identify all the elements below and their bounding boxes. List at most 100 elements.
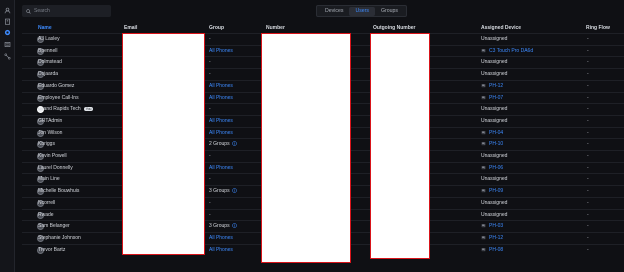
current-user-badge: You: [83, 106, 94, 111]
ring-flow-cell: -: [587, 223, 589, 230]
assigned-device-value: Unassigned: [481, 117, 508, 124]
user-name-cell[interactable]: Kbriggs: [38, 139, 55, 150]
group-value: -: [209, 211, 211, 218]
user-name-cell[interactable]: Grand Rapids Tech You: [38, 104, 94, 115]
ring-flow-cell: -: [587, 59, 589, 66]
user-name-cell[interactable]: Dsjaarda: [38, 69, 58, 80]
group-cell[interactable]: All Phones: [209, 46, 233, 57]
user-name-cell[interactable]: Bpennell: [38, 46, 57, 57]
desk-phone-icon: [481, 142, 486, 146]
user-name-cell[interactable]: Kevin Powell: [38, 151, 67, 162]
assigned-device-value: PH-09: [489, 188, 504, 195]
assigned-device-cell[interactable]: PH-09: [481, 186, 503, 197]
group-cell: -: [209, 34, 211, 45]
assigned-device-cell[interactable]: PH-06: [481, 163, 503, 174]
user-name-cell[interactable]: Rwade: [38, 210, 54, 221]
user-name-cell[interactable]: Eduardo Gomez: [38, 81, 74, 92]
assigned-device-cell[interactable]: PH-08: [481, 245, 503, 256]
assigned-device-value: PH-08: [489, 246, 504, 253]
assigned-device-cell[interactable]: PH-12: [481, 81, 503, 92]
user-name: Main Line: [38, 176, 60, 183]
column-header-name[interactable]: Name: [38, 25, 52, 31]
group-cell: -: [209, 198, 211, 209]
tab-users[interactable]: Users: [349, 6, 375, 16]
view-tabs: Devices Users Groups: [316, 5, 408, 17]
group-cell[interactable]: All Phones: [209, 81, 233, 92]
assigned-device-value: PH-07: [489, 94, 504, 101]
ring-flow-cell: -: [587, 234, 589, 241]
column-header-assigned-device[interactable]: Assigned Device: [481, 25, 521, 31]
group-cell[interactable]: All Phones: [209, 116, 233, 127]
group-cell[interactable]: All Phones: [209, 163, 233, 174]
group-value: All Phones: [209, 94, 233, 101]
group-cell[interactable]: All Phones: [209, 93, 233, 104]
tab-devices[interactable]: Devices: [319, 7, 349, 16]
user-name-cell[interactable]: AJ Lasley: [38, 34, 60, 45]
user-name-cell[interactable]: Laurel Donnelly: [38, 163, 73, 174]
user-name-cell[interactable]: GRTAdmin: [38, 116, 62, 127]
assigned-device-cell[interactable]: C3 Touch Pro DA6d: [481, 46, 533, 57]
user-name-cell[interactable]: Main Line: [38, 174, 60, 185]
group-cell[interactable]: All Phones: [209, 233, 233, 244]
group-cell[interactable]: 3 Groups: [209, 221, 237, 232]
user-name-cell[interactable]: Jon Wilson: [38, 128, 62, 139]
user-name-cell[interactable]: Sam Belanger: [38, 221, 70, 232]
group-value: All Phones: [209, 47, 233, 54]
list-icon[interactable]: [3, 40, 11, 48]
user-name-cell[interactable]: Ncorrell: [38, 198, 55, 209]
desk-phone-icon: [481, 95, 486, 99]
group-value: -: [209, 71, 211, 78]
user-name-cell[interactable]: Dolmstead: [38, 57, 62, 68]
group-cell: -: [209, 57, 211, 68]
assigned-device-value: PH-06: [489, 164, 504, 171]
assigned-device-cell[interactable]: PH-12: [481, 233, 503, 244]
desk-phone-icon: [481, 83, 486, 88]
assigned-device-cell: Unassigned: [481, 198, 507, 209]
column-header-outgoing-number[interactable]: Outgoing Number: [373, 25, 416, 31]
ring-flow-cell: -: [587, 94, 589, 101]
column-header-group[interactable]: Group: [209, 25, 224, 31]
assigned-device-cell[interactable]: PH-07: [481, 93, 503, 104]
ring-flow-cell: -: [587, 117, 589, 124]
assigned-device-cell[interactable]: PH-10: [481, 139, 503, 150]
info-icon[interactable]: [231, 223, 237, 229]
assigned-device-value: Unassigned: [481, 36, 508, 42]
user-name: AJ Lasley: [38, 36, 60, 42]
users-icon[interactable]: [3, 6, 11, 14]
user-name-cell[interactable]: Stephanie Johnson: [38, 233, 81, 244]
desk-phone-icon: [481, 48, 486, 53]
assigned-device-value: Unassigned: [481, 199, 508, 206]
column-header-number[interactable]: Number: [266, 25, 285, 31]
group-cell: -: [209, 104, 211, 115]
group-value: -: [209, 36, 211, 42]
assigned-device-value: Unassigned: [481, 71, 508, 78]
group-value: All Phones: [209, 117, 233, 124]
assigned-device-cell[interactable]: PH-03: [481, 221, 503, 232]
assigned-device-cell[interactable]: PH-04: [481, 128, 503, 139]
routing-icon[interactable]: [3, 52, 11, 60]
user-name-cell[interactable]: Michelle Bouwhuis: [38, 186, 79, 197]
group-value: 2 Groups: [209, 141, 230, 148]
assigned-device-value: Unassigned: [481, 153, 508, 159]
user-name: Trevor Bartz: [38, 246, 66, 253]
info-icon[interactable]: [231, 188, 237, 194]
user-name-cell[interactable]: Trevor Bartz: [38, 245, 65, 256]
group-cell[interactable]: All Phones: [209, 128, 233, 139]
user-name-cell[interactable]: Employee Call-Ins: [38, 93, 79, 104]
group-cell[interactable]: 3 Groups: [209, 186, 237, 197]
column-header-ring-flow[interactable]: Ring Flow: [586, 25, 610, 31]
redaction-number-column: [261, 33, 351, 263]
desk-phone-icon: [481, 165, 486, 170]
redaction-outgoing-number-column: [370, 33, 430, 259]
group-cell[interactable]: All Phones: [209, 245, 233, 256]
user-name: Stephanie Johnson: [38, 234, 81, 241]
info-icon[interactable]: [231, 141, 237, 147]
group-cell[interactable]: 2 Groups: [209, 139, 237, 150]
tab-groups[interactable]: Groups: [375, 7, 404, 16]
search-box[interactable]: [22, 5, 111, 17]
user-name: Dsjaarda: [38, 71, 59, 78]
column-header-email[interactable]: Email: [124, 25, 137, 31]
assigned-device-value: PH-03: [489, 223, 504, 230]
search-input[interactable]: [34, 8, 104, 14]
ring-flow-cell: -: [587, 211, 589, 218]
